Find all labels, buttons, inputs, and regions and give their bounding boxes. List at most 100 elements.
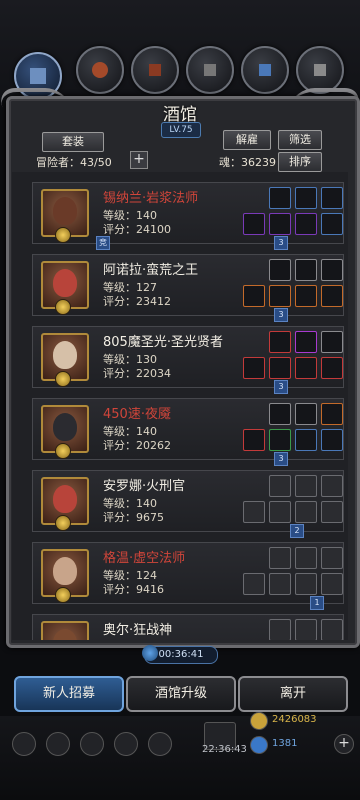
hero-card[interactable]: 奥尔·狂战神 bbox=[32, 614, 344, 640]
soul-count: 魂：36239 bbox=[219, 154, 276, 170]
equip-slot-icon[interactable] bbox=[243, 213, 265, 235]
equip-slot-icon[interactable] bbox=[269, 285, 291, 307]
empty-slot-icon[interactable] bbox=[269, 573, 291, 595]
clock-icon bbox=[142, 645, 158, 661]
empty-slot-icon[interactable] bbox=[243, 501, 265, 523]
tab-class-2[interactable] bbox=[76, 46, 124, 94]
empty-slot-icon[interactable] bbox=[295, 547, 317, 569]
empty-slot-icon[interactable] bbox=[321, 573, 343, 595]
tab-class-6[interactable] bbox=[296, 46, 344, 94]
equip-slot-icon[interactable] bbox=[321, 187, 343, 209]
equip-slot-icon[interactable] bbox=[269, 429, 291, 451]
empty-slot-icon[interactable] bbox=[269, 619, 291, 640]
score-label: 评分： bbox=[103, 439, 136, 452]
recruit-button[interactable]: 新人招募 bbox=[14, 676, 124, 712]
hero-name: 奥尔·狂战神 bbox=[103, 623, 173, 638]
score-value: 22034 bbox=[136, 367, 171, 380]
lightning-icon bbox=[259, 64, 271, 76]
dock-icon[interactable] bbox=[46, 732, 70, 756]
hero-score: 评分：20262 bbox=[103, 437, 171, 453]
equip-slot-icon[interactable] bbox=[269, 259, 291, 281]
dock-icon[interactable] bbox=[12, 732, 36, 756]
equip-slot-icon[interactable] bbox=[269, 213, 291, 235]
leave-button[interactable]: 离开 bbox=[238, 676, 348, 712]
empty-slot-icon[interactable] bbox=[321, 475, 343, 497]
empty-slot-icon[interactable] bbox=[295, 619, 317, 640]
soul-label: 魂： bbox=[219, 156, 241, 169]
dock-icon[interactable] bbox=[114, 732, 138, 756]
sort-button[interactable]: 排序 bbox=[278, 152, 322, 172]
hero-name: 安罗娜·火刑官 bbox=[103, 479, 186, 494]
hero-card[interactable]: 锡纳兰·岩浆法师 等级：140 评分：24100 bbox=[32, 182, 344, 244]
hero-portrait bbox=[41, 621, 89, 640]
empty-slot-icon[interactable] bbox=[295, 475, 317, 497]
tab-class-3[interactable] bbox=[131, 46, 179, 94]
equip-slot-icon[interactable] bbox=[321, 259, 343, 281]
equip-slot-icon[interactable] bbox=[295, 213, 317, 235]
gem-amount: 1381 bbox=[272, 738, 298, 749]
equip-slot-icon[interactable] bbox=[321, 213, 343, 235]
equip-slot-icon[interactable] bbox=[295, 357, 317, 379]
dock-icon[interactable] bbox=[148, 732, 172, 756]
score-label: 评分： bbox=[103, 295, 136, 308]
equip-slot-icon[interactable] bbox=[295, 403, 317, 425]
top-class-bar bbox=[0, 0, 360, 100]
hero-card[interactable]: 格温·虚空法师 等级：124 评分：9416 bbox=[32, 542, 344, 604]
empty-slot-icon[interactable] bbox=[269, 547, 291, 569]
hero-card[interactable]: 450速·夜魇 等级：140 评分：20262 bbox=[32, 398, 344, 460]
expand-slots-button[interactable]: + bbox=[130, 151, 148, 169]
warrior-icon bbox=[30, 68, 46, 84]
empty-slot-icon[interactable] bbox=[321, 501, 343, 523]
soul-value: 36239 bbox=[241, 156, 276, 169]
empty-slot-icon[interactable] bbox=[269, 475, 291, 497]
hero-name: 锡纳兰·岩浆法师 bbox=[103, 191, 199, 206]
hero-card[interactable]: 安罗娜·火刑官 等级：140 评分：9675 bbox=[32, 470, 344, 532]
hero-name: 格温·虚空法师 bbox=[103, 551, 186, 566]
equip-slot-icon[interactable] bbox=[269, 357, 291, 379]
empty-slot-icon[interactable] bbox=[295, 501, 317, 523]
hero-card[interactable]: 阿诺拉·蛮荒之王 等级：127 评分：23412 bbox=[32, 254, 344, 316]
equip-slot-icon[interactable] bbox=[295, 187, 317, 209]
equip-slot-icon[interactable] bbox=[321, 357, 343, 379]
equip-slot-icon[interactable] bbox=[269, 403, 291, 425]
equip-slot-icon[interactable] bbox=[295, 429, 317, 451]
dock-icon[interactable] bbox=[80, 732, 104, 756]
bottom-dock bbox=[0, 716, 360, 800]
hero-card[interactable]: 805魔圣光·圣光贤者 等级：130 评分：22034 bbox=[32, 326, 344, 388]
empty-slot-icon[interactable] bbox=[243, 573, 265, 595]
hero-tag-right: 3 bbox=[274, 452, 288, 466]
hero-tag-right: 1 bbox=[310, 596, 324, 610]
empty-slot-icon[interactable] bbox=[321, 547, 343, 569]
upgrade-tavern-button[interactable]: 酒馆升级 bbox=[126, 676, 236, 712]
equip-slot-icon[interactable] bbox=[269, 187, 291, 209]
equip-slot-icon[interactable] bbox=[295, 285, 317, 307]
equip-slot-icon[interactable] bbox=[243, 429, 265, 451]
equip-slot-icon[interactable] bbox=[269, 331, 291, 353]
tab-class-5[interactable] bbox=[241, 46, 289, 94]
equip-slot-icon[interactable] bbox=[295, 331, 317, 353]
hero-score: 评分：9675 bbox=[103, 509, 164, 525]
empty-slot-icon[interactable] bbox=[269, 501, 291, 523]
hero-star-badge bbox=[55, 515, 71, 531]
equip-slot-icon[interactable] bbox=[321, 285, 343, 307]
add-gem-button[interactable]: + bbox=[334, 734, 354, 754]
equip-slot-icon[interactable] bbox=[321, 429, 343, 451]
hero-tag-right: 3 bbox=[274, 236, 288, 250]
equip-slot-icon[interactable] bbox=[321, 331, 343, 353]
equip-slot-icon[interactable] bbox=[243, 357, 265, 379]
equip-slot-icon[interactable] bbox=[321, 403, 343, 425]
tavern-level-badge: LV.75 bbox=[161, 122, 201, 138]
filter-button[interactable]: 筛选 bbox=[278, 130, 322, 150]
equip-slot-icon[interactable] bbox=[243, 285, 265, 307]
sword-icon bbox=[314, 64, 326, 76]
empty-slot-icon[interactable] bbox=[295, 573, 317, 595]
hero-score: 评分：24100 bbox=[103, 221, 171, 237]
clock-time: 22:36:43 bbox=[202, 744, 247, 755]
dismiss-button[interactable]: 解雇 bbox=[223, 130, 271, 150]
suit-button[interactable]: 套装 bbox=[42, 132, 104, 152]
empty-slot-icon[interactable] bbox=[321, 619, 343, 640]
equip-slot-icon[interactable] bbox=[295, 259, 317, 281]
hero-name: 450速·夜魇 bbox=[103, 407, 171, 422]
tab-class-4[interactable] bbox=[186, 46, 234, 94]
gem-icon bbox=[250, 736, 268, 754]
